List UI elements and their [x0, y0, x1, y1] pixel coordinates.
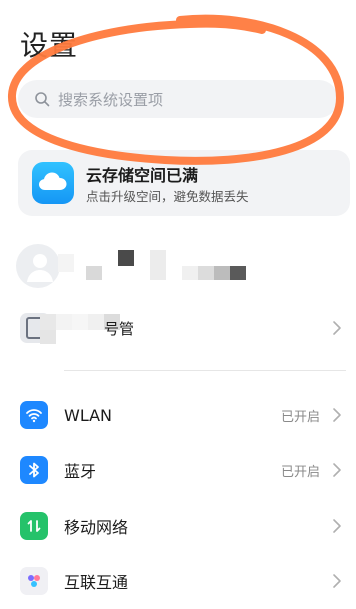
- settings-item-label: 互联互通: [64, 573, 129, 592]
- chevron-right-icon: [333, 574, 341, 588]
- settings-item-bluetooth[interactable]: 蓝牙 已开启: [0, 442, 356, 498]
- chevron-right-icon: [333, 321, 341, 335]
- storage-banner-title: 云存储空间已满: [86, 166, 199, 185]
- device-interconnect-icon: [20, 567, 48, 595]
- mobile-network-icon: [20, 512, 48, 540]
- cloud-icon: [32, 162, 74, 204]
- cloud-storage-banner[interactable]: 云存储空间已满 点击升级空间，避免数据丢失: [18, 150, 350, 216]
- search-icon: [35, 92, 50, 107]
- redacted-block: [150, 250, 166, 280]
- search-input[interactable]: 搜索系统设置项: [18, 80, 338, 118]
- redacted-block: [40, 314, 56, 330]
- settings-item-label: 移动网络: [64, 518, 129, 537]
- redacted-block: [40, 330, 56, 344]
- redacted-block: [58, 254, 74, 272]
- redacted-block: [86, 266, 102, 280]
- settings-item-wlan[interactable]: WLAN 已开启: [0, 387, 356, 443]
- account-management-row[interactable]: 号管: [0, 300, 356, 356]
- bluetooth-icon: [20, 456, 48, 484]
- redacted-block: [56, 314, 72, 330]
- redacted-block: [198, 266, 214, 280]
- search-placeholder: 搜索系统设置项: [58, 90, 164, 109]
- settings-item-mobile-network[interactable]: 移动网络: [0, 498, 356, 554]
- wifi-icon: [20, 401, 48, 429]
- redacted-block: [72, 314, 88, 330]
- settings-item-interconnect[interactable]: 互联互通: [0, 553, 356, 609]
- status-text: 已开启: [280, 409, 320, 425]
- chevron-right-icon: [333, 408, 341, 422]
- settings-item-label: WLAN: [64, 405, 113, 425]
- account-row[interactable]: [0, 236, 356, 294]
- redacted-block: [182, 266, 198, 280]
- storage-banner-subtitle: 点击升级空间，避免数据丢失: [86, 189, 249, 204]
- redacted-block: [118, 250, 134, 266]
- chevron-right-icon: [333, 463, 341, 477]
- status-text: 已开启: [280, 464, 320, 480]
- redacted-block: [214, 266, 230, 280]
- chevron-right-icon: [333, 519, 341, 533]
- settings-item-label: 蓝牙: [64, 462, 97, 481]
- redacted-block: [230, 266, 246, 280]
- page-title: 设置: [20, 29, 79, 62]
- account-management-label: 号管: [104, 320, 135, 338]
- redacted-block: [88, 314, 104, 330]
- avatar: [16, 244, 60, 288]
- divider: [64, 370, 346, 371]
